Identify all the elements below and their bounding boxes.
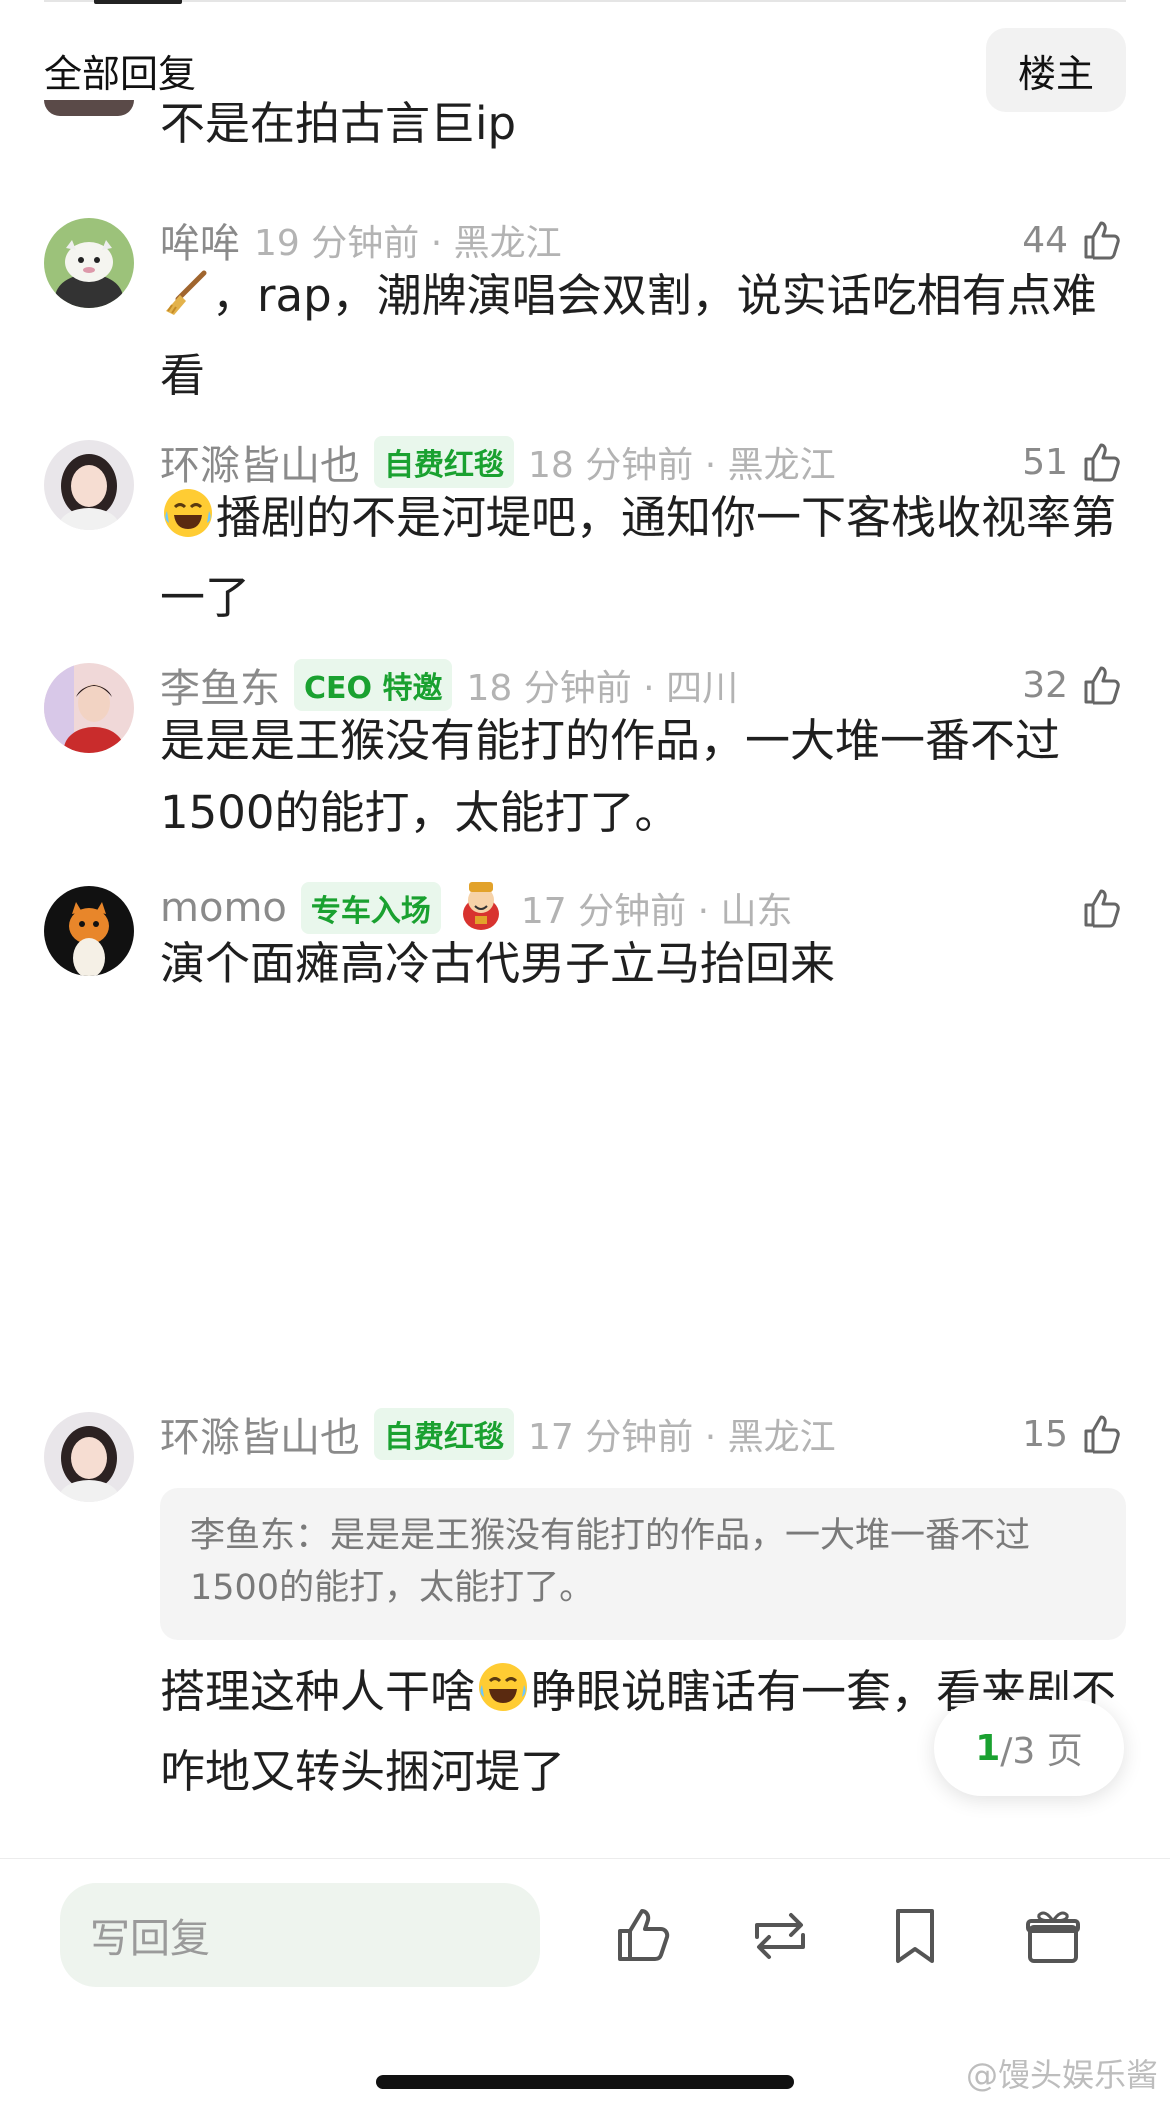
comment-meta: 环滁皆山也 自费红毯 17 分钟前 · 黑龙江 15 — [160, 1404, 1126, 1464]
repost-button[interactable] — [745, 1901, 815, 1971]
timestamp-location: 19 分钟前 · 黑龙江 — [254, 223, 562, 264]
thumbs-up-icon — [1076, 437, 1126, 487]
watermark: @馒头娱乐酱 — [965, 2056, 1158, 2094]
timestamp-location: 18 分钟前 · 四川 — [466, 668, 739, 709]
user-badge: 专车入场 — [300, 882, 441, 934]
laugh-cry-emoji — [160, 485, 216, 562]
timestamp-location: 17 分钟前 · 山东 — [520, 891, 793, 932]
bookmark-icon — [896, 1909, 934, 1963]
avatar[interactable] — [44, 1412, 134, 1502]
avatar[interactable] — [44, 218, 134, 308]
reply-input[interactable]: 写回复 — [60, 1883, 540, 1987]
top-divider — [44, 0, 1126, 2]
avatar[interactable] — [44, 663, 134, 753]
like-button[interactable]: 51 — [1022, 437, 1126, 487]
like-button[interactable] — [1068, 883, 1126, 933]
thumbs-up-icon — [1076, 883, 1126, 933]
total-pages: /3 页 — [1000, 1731, 1083, 1772]
like-action-button[interactable] — [608, 1901, 678, 1971]
gift-button[interactable] — [1018, 1901, 1088, 1971]
laugh-cry-emoji — [475, 1659, 531, 1736]
active-tab-indicator — [94, 0, 182, 4]
avatar[interactable] — [44, 100, 134, 116]
username[interactable]: momo — [160, 885, 287, 931]
like-count: 51 — [1022, 441, 1068, 483]
thumbs-up-icon — [618, 1909, 670, 1961]
bookmark-button[interactable] — [880, 1901, 950, 1971]
thumbs-up-icon — [1076, 660, 1126, 710]
comment-text: ，rap，潮牌演唱会双割，说实话吃相有点难看 — [160, 267, 1097, 402]
comment-text: 不是在拍古言巨ip — [160, 97, 517, 150]
comment-text: 演个面瘫高冷古代男子立马抬回来 — [160, 937, 836, 990]
avatar[interactable] — [44, 440, 134, 530]
comment-text: 播剧的不是河堤吧，通知你一下客栈收视率第一了 — [160, 482, 1120, 634]
broom-emoji — [160, 267, 212, 340]
username[interactable]: 环滁皆山也 — [160, 1405, 360, 1463]
like-count: 32 — [1022, 664, 1068, 706]
user-badge: CEO 特邀 — [294, 659, 453, 711]
like-count: 15 — [1022, 1413, 1068, 1455]
page-indicator[interactable]: 1/3 页 — [934, 1700, 1124, 1796]
avatar[interactable] — [44, 886, 134, 976]
thumbs-up-icon — [1076, 1409, 1126, 1459]
comment-text: 是是是王猴没有能打的作品，一大堆一番不过1500的能打，太能打了。 — [160, 714, 1061, 839]
quoted-reply[interactable]: 李鱼东：是是是王猴没有能打的作品，一大堆一番不过1500的能打，太能打了。 — [160, 1488, 1126, 1640]
user-badge: 自费红毯 — [374, 436, 514, 488]
user-badge: 自费红毯 — [374, 1408, 514, 1460]
current-page: 1 — [975, 1727, 1001, 1769]
repost-icon — [755, 1913, 805, 1959]
timestamp-location: 17 分钟前 · 黑龙江 — [528, 1417, 836, 1458]
like-count: 44 — [1022, 219, 1068, 261]
like-button[interactable]: 44 — [1022, 215, 1126, 265]
thumbs-up-icon — [1076, 215, 1126, 265]
like-button[interactable]: 32 — [1022, 660, 1126, 710]
home-indicator — [376, 2075, 794, 2089]
gift-icon — [1026, 1911, 1080, 1963]
timestamp-location: 18 分钟前 · 黑龙江 — [528, 445, 836, 486]
like-button[interactable]: 15 — [1022, 1409, 1126, 1459]
